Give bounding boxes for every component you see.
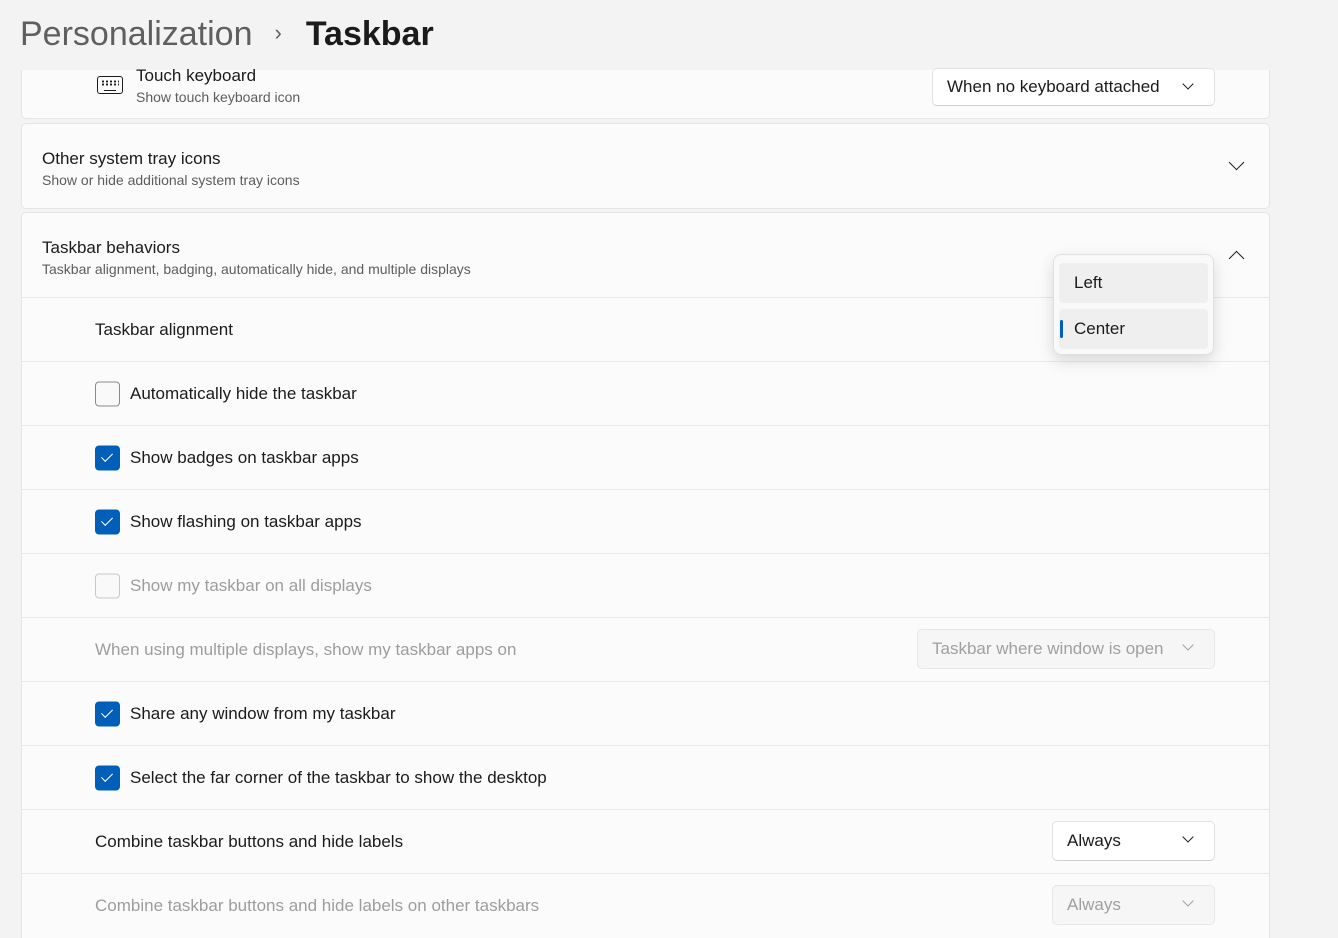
- chevron-down-icon: [1182, 78, 1194, 90]
- combine-label: Combine taskbar buttons and hide labels: [95, 831, 404, 851]
- multi-display-dropdown: Taskbar where window is open: [917, 629, 1215, 669]
- other-tray-icons-card[interactable]: Other system tray icons Show or hide add…: [21, 123, 1270, 209]
- touch-keyboard-title: Touch keyboard: [136, 66, 257, 85]
- page-title: Taskbar: [305, 14, 434, 53]
- multi-display-dropdown-value: Taskbar where window is open: [932, 639, 1164, 658]
- alignment-option-left[interactable]: Left: [1059, 263, 1208, 303]
- combine-other-row: Combine taskbar buttons and hide labels …: [21, 874, 1270, 938]
- flashing-checkbox[interactable]: [95, 509, 120, 534]
- combine-dropdown[interactable]: Always: [1052, 821, 1215, 861]
- combine-other-dropdown-value: Always: [1067, 895, 1121, 914]
- chevron-down-icon: [1182, 639, 1194, 651]
- flashing-row[interactable]: Show flashing on taskbar apps: [21, 490, 1270, 554]
- touch-keyboard-dropdown[interactable]: When no keyboard attached: [932, 68, 1215, 106]
- alignment-option-center[interactable]: Center: [1059, 309, 1208, 349]
- breadcrumb: Personalization › Taskbar: [20, 10, 434, 58]
- far-corner-checkbox[interactable]: [95, 765, 120, 790]
- share-window-checkbox[interactable]: [95, 701, 120, 726]
- taskbar-alignment-menu: Left Center: [1053, 254, 1214, 355]
- combine-other-label: Combine taskbar buttons and hide labels …: [95, 896, 540, 915]
- far-corner-label: Select the far corner of the taskbar to …: [130, 767, 547, 787]
- touch-keyboard-card: Touch keyboard Show touch keyboard icon …: [21, 66, 1270, 119]
- touch-keyboard-subtitle: Show touch keyboard icon: [136, 89, 301, 105]
- breadcrumb-parent-link[interactable]: Personalization: [20, 15, 252, 54]
- other-tray-icons-subtitle: Show or hide additional system tray icon…: [42, 172, 300, 188]
- touch-keyboard-dropdown-value: When no keyboard attached: [947, 77, 1160, 96]
- all-displays-row: Show my taskbar on all displays: [21, 554, 1270, 618]
- auto-hide-label: Automatically hide the taskbar: [130, 383, 357, 403]
- breadcrumb-chevron-icon: ›: [274, 20, 282, 45]
- taskbar-behaviors-subtitle: Taskbar alignment, badging, automaticall…: [42, 261, 471, 277]
- auto-hide-checkbox[interactable]: [95, 381, 120, 406]
- auto-hide-row[interactable]: Automatically hide the taskbar: [21, 362, 1270, 426]
- far-corner-row[interactable]: Select the far corner of the taskbar to …: [21, 746, 1270, 810]
- share-window-row[interactable]: Share any window from my taskbar: [21, 682, 1270, 746]
- all-displays-checkbox: [95, 573, 120, 598]
- multi-display-row: When using multiple displays, show my ta…: [21, 618, 1270, 682]
- combine-row: Combine taskbar buttons and hide labels …: [21, 810, 1270, 874]
- combine-other-dropdown: Always: [1052, 885, 1215, 925]
- chevron-down-icon: [1182, 831, 1194, 843]
- share-window-label: Share any window from my taskbar: [130, 703, 396, 723]
- flashing-label: Show flashing on taskbar apps: [130, 511, 362, 531]
- other-tray-icons-title: Other system tray icons: [42, 149, 221, 168]
- multi-display-label: When using multiple displays, show my ta…: [95, 639, 517, 659]
- chevron-up-icon[interactable]: [1228, 250, 1245, 267]
- all-displays-label: Show my taskbar on all displays: [130, 575, 372, 595]
- taskbar-alignment-label: Taskbar alignment: [95, 319, 233, 339]
- badges-label: Show badges on taskbar apps: [130, 447, 359, 467]
- chevron-down-icon[interactable]: [1228, 154, 1245, 171]
- badges-checkbox[interactable]: [95, 445, 120, 470]
- chevron-down-icon: [1182, 895, 1194, 907]
- keyboard-icon: [97, 76, 123, 94]
- badges-row[interactable]: Show badges on taskbar apps: [21, 426, 1270, 490]
- taskbar-behaviors-title: Taskbar behaviors: [42, 238, 180, 257]
- combine-dropdown-value: Always: [1067, 831, 1121, 850]
